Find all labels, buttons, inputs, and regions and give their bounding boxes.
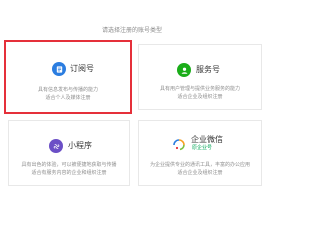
card-title: 服务号	[196, 65, 220, 74]
description-line: 具有出色的体验，可以被便捷地获取与传播	[21, 162, 117, 168]
wework-icon	[171, 136, 187, 152]
subscription-icon	[52, 62, 66, 76]
card-title: 订阅号	[70, 64, 94, 73]
card-title: 企业微信	[191, 135, 223, 144]
card-wechat-work[interactable]: 企业微信 原企业号 为企业提供专业的通讯工具，丰富的办公应用 适合企业及组织注册	[138, 120, 262, 186]
card-header: 小程序	[9, 139, 129, 153]
description-line: 适合个人及媒体注册	[45, 95, 91, 101]
card-title: 小程序	[68, 141, 92, 150]
description-line: 具有用户管理与提供业务服务的能力	[159, 86, 240, 92]
card-description: 具有用户管理与提供业务服务的能力 适合企业及组织注册	[143, 85, 257, 101]
miniprogram-icon	[49, 139, 63, 153]
description-line: 具有信息发布与传播的能力	[37, 87, 98, 93]
page-title: 请选择注册的账号类型	[101, 27, 162, 34]
description-line: 为企业提供专业的通讯工具，丰富的办公应用	[149, 162, 250, 168]
description-line: 适合有服务内容的企业和组织注册	[31, 170, 107, 176]
card-description: 为企业提供专业的通讯工具，丰富的办公应用 适合企业及组织注册	[143, 161, 257, 177]
card-service-account[interactable]: 服务号 具有用户管理与提供业务服务的能力 适合企业及组织注册	[138, 44, 262, 110]
card-description: 具有信息发布与传播的能力 适合个人及媒体注册	[10, 86, 126, 102]
card-header: 服务号	[139, 63, 261, 77]
description-line: 适合企业及组织注册	[177, 94, 223, 100]
card-header: 订阅号	[6, 60, 130, 76]
card-description: 具有出色的体验，可以被便捷地获取与传播 适合有服务内容的企业和组织注册	[13, 161, 125, 177]
card-header: 企业微信 原企业号	[139, 133, 261, 153]
description-line: 适合企业及组织注册	[177, 170, 223, 176]
card-subtitle: 原企业号	[192, 145, 213, 151]
user-icon	[177, 63, 191, 77]
card-subscription-account[interactable]: 订阅号 具有信息发布与传播的能力 适合个人及媒体注册	[4, 40, 132, 114]
card-mini-program[interactable]: 小程序 具有出色的体验，可以被便捷地获取与传播 适合有服务内容的企业和组织注册	[8, 120, 130, 186]
